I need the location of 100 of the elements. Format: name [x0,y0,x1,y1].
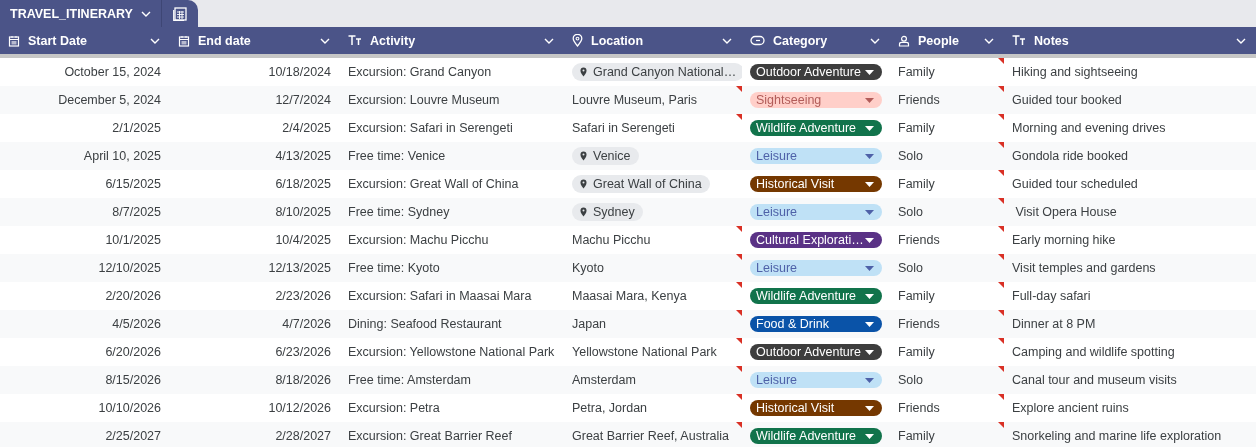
table-cell: Dinner at 8 PM [1012,317,1096,331]
table-cell: 8/7/2025 [112,205,161,219]
location-pin-icon [580,207,587,217]
person-icon [898,34,910,47]
table-cell: Solo [898,205,924,219]
place-chip[interactable]: Grand Canyon National… [572,63,742,81]
column-header[interactable]: Category [742,27,890,58]
category-chip[interactable]: Historical Visit [750,400,882,416]
chevron-down-icon[interactable] [320,37,330,44]
table-cell: Excursion: Great Wall of China [348,177,519,191]
chevron-down-icon[interactable] [984,37,994,44]
table-cell: Excursion: Safari in Maasai Mara [348,289,532,303]
table-cell: Snorkeling and marine life exploration [1012,429,1222,443]
category-chip[interactable]: Leisure [750,260,882,276]
caret-icon [865,349,874,355]
chevron-down-icon[interactable] [140,10,151,17]
location-pin-icon [580,179,587,189]
table-cell: October 15, 2024 [64,65,161,79]
caret-icon [865,125,874,131]
column-header[interactable]: People [890,27,1004,58]
text-type-icon [1012,35,1026,46]
table-cell: Excursion: Great Barrier Reef [348,429,512,443]
table-cell: Morning and evening drives [1012,121,1166,135]
table-cell: Gondola ride booked [1012,149,1129,163]
table-cell: Dining: Seafood Restaurant [348,317,502,331]
table-cell: 10/4/2025 [275,233,331,247]
place-chip[interactable]: Sydney [572,203,643,221]
column-header[interactable]: Start Date [0,27,170,58]
table-cell: Friends [898,93,940,107]
table-cell: 12/10/2025 [98,261,161,275]
category-chip[interactable]: Outdoor Adventure [750,64,882,80]
table-cell: Friends [898,317,940,331]
table-cell: Friends [898,401,940,415]
table-cell: 4/7/2026 [282,317,331,331]
location-pin-icon [572,34,583,47]
calendar-icon [178,34,190,47]
table-cell: 2/25/2027 [105,429,161,443]
chevron-down-icon[interactable] [544,37,554,44]
table-cell: 4/5/2026 [112,317,161,331]
table-cell: Maasai Mara, Kenya [572,289,687,303]
table-cell: Friends [898,233,940,247]
table-cell: Excursion: Yellowstone National Park [348,345,555,359]
table-cell: 6/18/2025 [275,177,331,191]
caret-icon [865,153,874,159]
table-cell: 2/23/2026 [275,289,331,303]
chevron-down-icon[interactable] [722,37,732,44]
table-cell: Free time: Sydney [348,205,450,219]
table-cell: Family [898,345,935,359]
category-chip[interactable]: Leisure [750,204,882,220]
table-cell: Guided tour scheduled [1012,177,1138,191]
category-chip[interactable]: Outdoor Adventure [750,344,882,360]
category-chip[interactable]: Leisure [750,372,882,388]
category-chip[interactable]: Wildlife Adventure [750,288,882,304]
table-cell: Camping and wildlife spotting [1012,345,1175,359]
table-cell: 6/15/2025 [105,177,161,191]
place-chip[interactable]: Venice [572,147,639,165]
category-chip[interactable]: Cultural Explorati… [750,232,882,248]
table-cell: 8/18/2026 [275,373,331,387]
category-chip[interactable]: Wildlife Adventure [750,428,882,444]
caret-icon [865,181,874,187]
caret-icon [865,293,874,299]
table-cell: 8/15/2026 [105,373,161,387]
chevron-down-icon[interactable] [150,37,160,44]
table-cell: Great Barrier Reef, Australia [572,429,729,443]
table-cell: Canal tour and museum visits [1012,373,1177,387]
category-chip[interactable]: Food & Drink [750,316,882,332]
column-header[interactable]: Location [564,27,742,58]
table-cell: 10/18/2024 [268,65,331,79]
table-cell: Family [898,121,935,135]
table-cell: April 10, 2025 [83,149,161,163]
caret-icon [865,321,874,327]
caret-icon [865,433,874,439]
table-cell: Guided tour booked [1012,93,1122,107]
table-cell: Machu Picchu [572,233,651,247]
table-cell: Excursion: Grand Canyon [348,65,492,79]
place-chip[interactable]: Great Wall of China [572,175,710,193]
text-type-icon [348,35,362,46]
table-cell: 10/1/2025 [105,233,161,247]
calendar-icon [8,34,20,47]
table-cell: Free time: Venice [348,149,446,163]
chevron-down-icon[interactable] [1236,37,1246,44]
table-cell: Explore ancient ruins [1012,401,1129,415]
column-header[interactable]: End date [170,27,340,58]
location-pin-icon [580,151,587,161]
table-cell: 4/13/2025 [275,149,331,163]
category-chip[interactable]: Wildlife Adventure [750,120,882,136]
category-chip[interactable]: Leisure [750,148,882,164]
column-header[interactable]: Notes [1004,27,1256,58]
table-cell: Excursion: Machu Picchu [348,233,489,247]
table-cell: 2/28/2027 [275,429,331,443]
table-cell: Early morning hike [1012,233,1116,247]
table-cell: Yellowstone National Park [572,345,717,359]
column-header[interactable]: Activity [340,27,564,58]
table-cell: Family [898,65,935,79]
table-cell: Excursion: Petra [348,401,440,415]
location-pin-icon [580,67,587,77]
table-cell: Amsterdam [572,373,636,387]
category-chip[interactable]: Historical Visit [750,176,882,192]
table-cell: Kyoto [572,261,604,275]
chevron-down-icon[interactable] [870,37,880,44]
